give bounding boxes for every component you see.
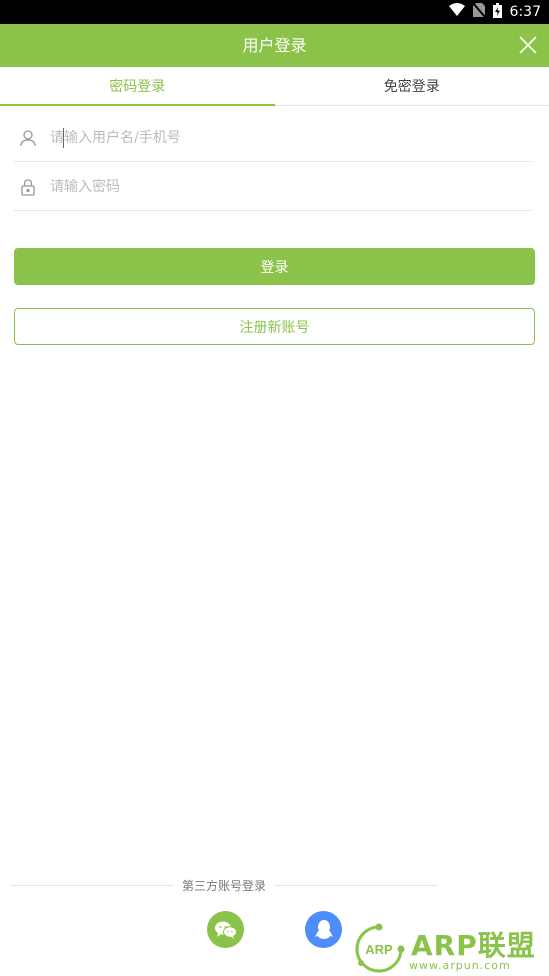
status-icons: 6:37	[448, 0, 541, 24]
username-field	[14, 114, 532, 162]
page-title: 用户登录	[242, 36, 307, 55]
lock-icon	[16, 175, 40, 199]
divider-line-left	[10, 884, 174, 886]
title-bar: 用户登录	[0, 24, 549, 67]
status-time: 6:37	[509, 4, 541, 20]
wechat-login-button[interactable]	[207, 911, 244, 948]
qq-login-button[interactable]	[305, 911, 342, 948]
battery-icon	[492, 2, 502, 22]
status-bar: 6:37	[0, 0, 549, 24]
login-tabs: 密码登录 免密登录	[0, 67, 549, 106]
login-button[interactable]: 登录	[14, 248, 535, 285]
third-party-label: 第三方账号登录	[182, 878, 267, 893]
tab-password-login[interactable]: 密码登录	[0, 67, 275, 106]
tab-sms-login[interactable]: 免密登录	[275, 67, 549, 105]
qq-icon	[314, 919, 333, 939]
wifi-icon	[448, 3, 465, 21]
password-input[interactable]	[50, 178, 490, 195]
arp-logo-icon: ARP	[355, 923, 405, 973]
third-party-divider: 第三方账号登录	[10, 876, 439, 894]
divider-line-right	[274, 884, 439, 886]
watermark: ARP ARP联盟 www.arpun.com	[353, 923, 549, 976]
wechat-icon	[214, 921, 237, 939]
no-sim-icon	[471, 2, 486, 21]
text-cursor	[63, 128, 64, 148]
watermark-url: www.arpun.com	[409, 959, 511, 972]
logo-badge-text: ARP	[365, 942, 393, 957]
password-field	[14, 163, 532, 211]
close-icon	[519, 36, 537, 54]
username-input[interactable]	[50, 129, 490, 146]
user-icon	[16, 126, 40, 150]
close-button[interactable]	[517, 34, 539, 56]
watermark-brand: ARP联盟	[411, 929, 536, 962]
register-button[interactable]: 注册新账号	[14, 308, 535, 345]
